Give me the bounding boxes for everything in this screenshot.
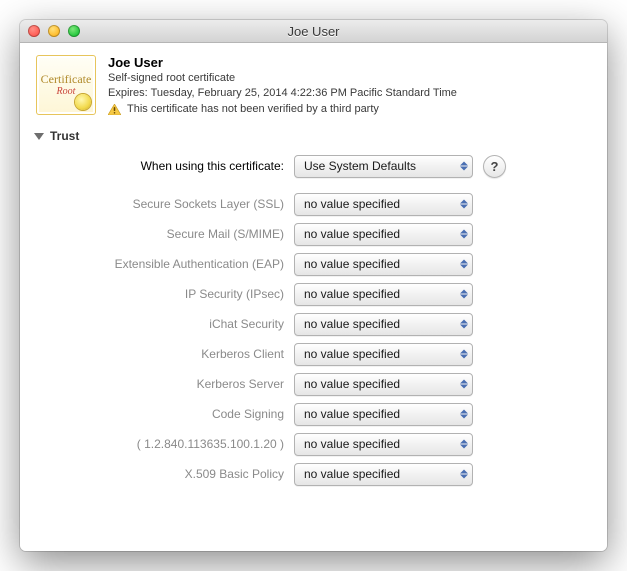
trust-disclosure[interactable]: Trust	[36, 129, 591, 143]
trust-settings: When using this certificate: Use System …	[36, 151, 591, 489]
certificate-warning: This certificate has not been verified b…	[108, 103, 591, 115]
popup-arrows-icon	[460, 162, 468, 171]
popup-arrows-icon	[460, 320, 468, 329]
warning-icon	[108, 104, 121, 115]
minimize-icon[interactable]	[48, 25, 60, 37]
cert-icon-line1: Certificate	[41, 73, 92, 85]
trust-policy-value: no value specified	[304, 407, 400, 421]
trust-policy-row: Kerberos Server no value specified	[36, 369, 591, 399]
trust-policy-value: no value specified	[304, 467, 400, 481]
popup-arrows-icon	[460, 470, 468, 479]
titlebar[interactable]: Joe User	[20, 20, 607, 43]
trust-policy-label: Kerberos Client	[36, 347, 294, 361]
trust-policy-value: no value specified	[304, 227, 400, 241]
seal-icon	[75, 94, 91, 110]
trust-policy-popup[interactable]: no value specified	[294, 343, 473, 366]
trust-primary-popup[interactable]: Use System Defaults	[294, 155, 473, 178]
trust-policy-row: Code Signing no value specified	[36, 399, 591, 429]
trust-policy-popup[interactable]: no value specified	[294, 283, 473, 306]
zoom-icon[interactable]	[68, 25, 80, 37]
trust-policy-label: Secure Mail (S/MIME)	[36, 227, 294, 241]
trust-policy-row: Extensible Authentication (EAP) no value …	[36, 249, 591, 279]
trust-primary-value: Use System Defaults	[304, 159, 416, 173]
trust-policy-value: no value specified	[304, 347, 400, 361]
trust-policy-popup[interactable]: no value specified	[294, 313, 473, 336]
popup-arrows-icon	[460, 260, 468, 269]
trust-policy-row: Secure Mail (S/MIME) no value specified	[36, 219, 591, 249]
trust-primary-row: When using this certificate: Use System …	[36, 151, 591, 181]
trust-policy-label: IP Security (IPsec)	[36, 287, 294, 301]
window-title: Joe User	[20, 24, 607, 39]
trust-policy-label: ( 1.2.840.113635.100.1.20 )	[36, 437, 294, 451]
trust-heading: Trust	[50, 129, 79, 143]
trust-policy-value: no value specified	[304, 437, 400, 451]
trust-policy-popup[interactable]: no value specified	[294, 253, 473, 276]
help-button[interactable]: ?	[483, 155, 506, 178]
popup-arrows-icon	[460, 380, 468, 389]
certificate-kind: Self-signed root certificate	[108, 71, 591, 86]
trust-policy-popup[interactable]: no value specified	[294, 403, 473, 426]
popup-arrows-icon	[460, 230, 468, 239]
trust-policy-row: iChat Security no value specified	[36, 309, 591, 339]
popup-arrows-icon	[460, 350, 468, 359]
trust-policy-value: no value specified	[304, 317, 400, 331]
trust-policy-popup[interactable]: no value specified	[294, 193, 473, 216]
trust-policy-value: no value specified	[304, 287, 400, 301]
spacer	[36, 181, 591, 189]
certificate-window: Joe User Certificate Root Joe User Self-…	[20, 20, 607, 551]
chevron-down-icon	[34, 133, 44, 140]
trust-policy-popup[interactable]: no value specified	[294, 223, 473, 246]
certificate-name: Joe User	[108, 55, 591, 70]
trust-policy-row: X.509 Basic Policy no value specified	[36, 459, 591, 489]
trust-policy-row: Kerberos Client no value specified	[36, 339, 591, 369]
close-icon[interactable]	[28, 25, 40, 37]
trust-policy-value: no value specified	[304, 197, 400, 211]
trust-primary-label: When using this certificate:	[36, 159, 294, 173]
popup-arrows-icon	[460, 440, 468, 449]
cert-icon-line2: Root	[57, 87, 76, 97]
window-controls	[28, 25, 80, 37]
certificate-icon: Certificate Root	[36, 55, 96, 115]
trust-policy-label: Code Signing	[36, 407, 294, 421]
trust-policy-row: Secure Sockets Layer (SSL) no value speci…	[36, 189, 591, 219]
trust-policy-label: iChat Security	[36, 317, 294, 331]
trust-policy-row: IP Security (IPsec) no value specified	[36, 279, 591, 309]
help-icon: ?	[491, 159, 499, 174]
trust-policy-label: Secure Sockets Layer (SSL)	[36, 197, 294, 211]
certificate-info: Joe User Self-signed root certificate Ex…	[108, 55, 591, 115]
certificate-header: Certificate Root Joe User Self-signed ro…	[36, 55, 591, 115]
trust-policy-popup[interactable]: no value specified	[294, 433, 473, 456]
popup-arrows-icon	[460, 410, 468, 419]
popup-arrows-icon	[460, 290, 468, 299]
content-area: Certificate Root Joe User Self-signed ro…	[20, 43, 607, 551]
trust-policy-value: no value specified	[304, 377, 400, 391]
trust-policy-row: ( 1.2.840.113635.100.1.20 ) no value spec…	[36, 429, 591, 459]
certificate-expiry: Expires: Tuesday, February 25, 2014 4:22…	[108, 86, 591, 101]
trust-policy-label: Kerberos Server	[36, 377, 294, 391]
trust-policy-popup[interactable]: no value specified	[294, 373, 473, 396]
trust-policy-popup[interactable]: no value specified	[294, 463, 473, 486]
popup-arrows-icon	[460, 200, 468, 209]
certificate-warning-text: This certificate has not been verified b…	[127, 103, 379, 115]
trust-policy-label: Extensible Authentication (EAP)	[36, 257, 294, 271]
trust-policy-label: X.509 Basic Policy	[36, 467, 294, 481]
trust-policy-value: no value specified	[304, 257, 400, 271]
